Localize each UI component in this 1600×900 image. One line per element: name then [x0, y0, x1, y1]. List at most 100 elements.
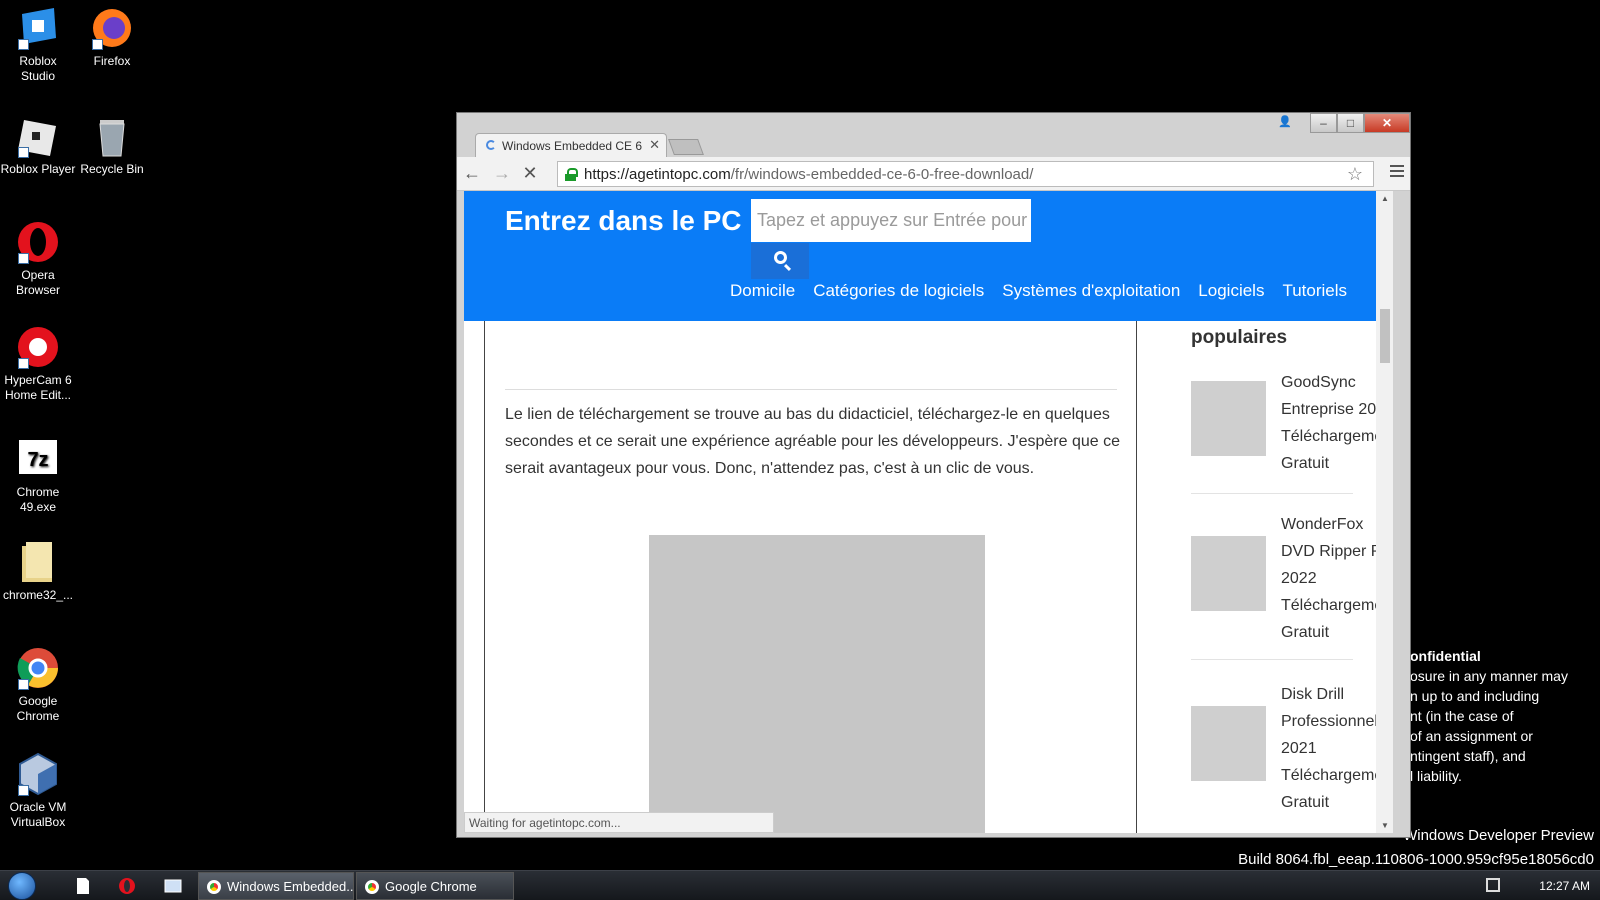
- start-button[interactable]: [8, 872, 36, 900]
- svg-text:7z: 7z: [27, 449, 48, 471]
- nav-item-categories[interactable]: Catégories de logiciels: [813, 281, 984, 301]
- site-logo[interactable]: Entrez dans le PC: [505, 205, 742, 237]
- show-desktop-quicklaunch-icon[interactable]: [164, 877, 182, 895]
- popular-sidebar: populaires GoodSync Entreprise 2022 Téléch…: [1161, 321, 1393, 833]
- post-thumbnail[interactable]: [1191, 381, 1266, 456]
- sidebar-title: populaires: [1191, 327, 1288, 348]
- windows-build: Build 8064.fbl_eeap.110806-1000.959cf95e…: [1238, 851, 1594, 868]
- desktop-icon-virtualbox[interactable]: Oracle VM VirtualBox: [0, 752, 76, 830]
- opera-quicklaunch-icon[interactable]: [118, 877, 136, 895]
- chrome-window: Windows Embedded CE 6 ✕ 👤 – □ ✕ ← → ✕ ht…: [456, 112, 1411, 838]
- google-chrome-icon: [16, 646, 60, 690]
- desktop-icon-label: Roblox Player: [0, 162, 76, 176]
- post-separator: [1191, 659, 1353, 660]
- watermark-line: osure in any manner may: [1410, 668, 1568, 684]
- post-separator: [1191, 493, 1353, 494]
- user-profile-icon[interactable]: 👤: [1278, 115, 1292, 128]
- desktop-icon-recycle-bin[interactable]: Recycle Bin: [74, 114, 150, 177]
- clock[interactable]: 12:27 AM: [1539, 879, 1590, 893]
- watermark-line: ntingent staff), and: [1410, 748, 1526, 764]
- window-controls: – □ ✕: [1310, 113, 1410, 133]
- desktop-icon-firefox[interactable]: Firefox: [74, 6, 150, 69]
- hypercam-icon: [16, 325, 60, 369]
- recycle-bin-icon: [90, 114, 134, 158]
- desktop-icon-hypercam[interactable]: HyperCam 6 Home Edit...: [0, 325, 76, 403]
- virtualbox-icon: [16, 752, 60, 796]
- desktop-icon-label: Recycle Bin: [80, 162, 144, 176]
- watermark-line: l liability.: [1410, 768, 1462, 784]
- file-explorer-quicklaunch-icon[interactable]: [74, 877, 92, 895]
- network-tray-icon[interactable]: [1486, 878, 1500, 892]
- desktop-icon-label: Oracle VM VirtualBox: [9, 800, 67, 829]
- desktop-icon-label: HyperCam 6 Home Edit...: [4, 373, 72, 402]
- scrollbar-thumb[interactable]: [1380, 309, 1390, 363]
- tab-strip: Windows Embedded CE 6 ✕ 👤 – □ ✕: [457, 113, 1410, 157]
- desktop-icon-label: Chrome 49.exe: [16, 485, 60, 514]
- desktop-icon-roblox-player[interactable]: Roblox Player: [0, 114, 76, 177]
- tab-title: Windows Embedded CE 6: [502, 139, 643, 153]
- desktop-icon-opera[interactable]: Opera Browser: [0, 220, 76, 298]
- back-button[interactable]: ←: [461, 163, 483, 184]
- address-bar[interactable]: https://agetintopc.com/fr/windows-embedd…: [557, 161, 1374, 187]
- web-page: Entrez dans le PC Tapez et appuyez sur E…: [464, 191, 1393, 833]
- close-tab-icon[interactable]: ✕: [649, 137, 660, 153]
- status-bubble: Waiting for agetintopc.com...: [464, 812, 774, 833]
- post-thumbnail[interactable]: [1191, 536, 1266, 611]
- maximize-button[interactable]: □: [1337, 113, 1364, 133]
- chrome-icon: [207, 880, 221, 894]
- site-search-button[interactable]: [751, 243, 809, 279]
- watermark-line: n up to and including: [1410, 688, 1540, 704]
- nav-item-systemes[interactable]: Systèmes d'exploitation: [1002, 281, 1180, 301]
- desktop-icon-label: Roblox Studio: [19, 54, 57, 83]
- stop-loading-button[interactable]: ✕: [519, 163, 541, 184]
- site-search-input[interactable]: Tapez et appuyez sur Entrée pour recherc…: [751, 199, 1031, 242]
- desktop-icon-roblox-studio[interactable]: Roblox Studio: [0, 6, 76, 84]
- windows-edition: Windows Developer Preview: [1403, 827, 1594, 844]
- desktop-icon-chrome32-folder[interactable]: chrome32_...: [0, 540, 76, 603]
- close-window-button[interactable]: ✕: [1364, 113, 1410, 133]
- article-paragraph: Le lien de téléchargement se trouve au b…: [505, 406, 1121, 477]
- watermark-line: of an assignment or: [1410, 728, 1533, 744]
- nav-item-domicile[interactable]: Domicile: [730, 281, 795, 301]
- desktop-icon-label: Firefox: [93, 54, 131, 68]
- nav-item-logiciels[interactable]: Logiciels: [1198, 281, 1264, 301]
- url-path: /fr/windows-embedded-ce-6-0-free-downloa…: [730, 166, 1034, 183]
- minimize-button[interactable]: –: [1310, 113, 1337, 133]
- folder-icon: [16, 540, 60, 584]
- article-content: Le lien de téléchargement se trouve au b…: [484, 321, 1137, 833]
- roblox-studio-icon: [16, 6, 60, 50]
- browser-tab[interactable]: Windows Embedded CE 6 ✕: [475, 133, 667, 157]
- chrome-icon: [365, 880, 379, 894]
- desktop-icon-label: chrome32_...: [2, 588, 74, 602]
- nav-item-tutoriels[interactable]: Tutoriels: [1282, 281, 1347, 301]
- scroll-up-arrow-icon[interactable]: ▲: [1381, 194, 1389, 203]
- 7zip-archive-icon: 7z: [16, 437, 60, 481]
- url-host: https://agetintopc.com: [584, 166, 731, 183]
- site-header: Entrez dans le PC Tapez et appuyez sur E…: [464, 191, 1393, 321]
- article-image-placeholder: [649, 535, 985, 833]
- chrome-menu-icon[interactable]: [1390, 165, 1404, 180]
- confidential-watermark: onfidential osure in any manner may n up…: [1410, 646, 1568, 786]
- taskbar-item-label: Windows Embedded...: [227, 879, 354, 894]
- desktop-icon-google-chrome[interactable]: Google Chrome: [0, 646, 76, 724]
- opera-browser-icon: [16, 220, 60, 264]
- search-icon: [773, 251, 787, 264]
- secure-lock-icon: [565, 168, 578, 181]
- scroll-down-arrow-icon[interactable]: ▼: [1381, 821, 1389, 830]
- bookmark-star-icon[interactable]: ☆: [1347, 164, 1363, 185]
- site-nav: Domicile Catégories de logiciels Système…: [730, 281, 1365, 301]
- page-scrollbar[interactable]: ▲ ▼: [1376, 191, 1393, 833]
- desktop-icon-chrome49[interactable]: 7z Chrome 49.exe: [0, 437, 76, 515]
- desktop-icon-label: Opera Browser: [15, 268, 60, 297]
- watermark-line: nt (in the case of: [1410, 708, 1514, 724]
- taskbar: Windows Embedded... Google Chrome 12:27 …: [0, 870, 1600, 900]
- desktop-icon-label: Google Chrome: [16, 694, 60, 723]
- taskbar-item-windows-embedded[interactable]: Windows Embedded...: [198, 872, 354, 900]
- new-tab-button[interactable]: [668, 139, 704, 155]
- taskbar-item-google-chrome[interactable]: Google Chrome: [356, 872, 514, 900]
- post-thumbnail[interactable]: [1191, 706, 1266, 781]
- taskbar-item-label: Google Chrome: [385, 879, 477, 894]
- forward-button[interactable]: →: [491, 163, 513, 184]
- browser-toolbar: ← → ✕ https://agetintopc.com/fr/windows-…: [457, 157, 1410, 191]
- roblox-player-icon: [16, 114, 60, 158]
